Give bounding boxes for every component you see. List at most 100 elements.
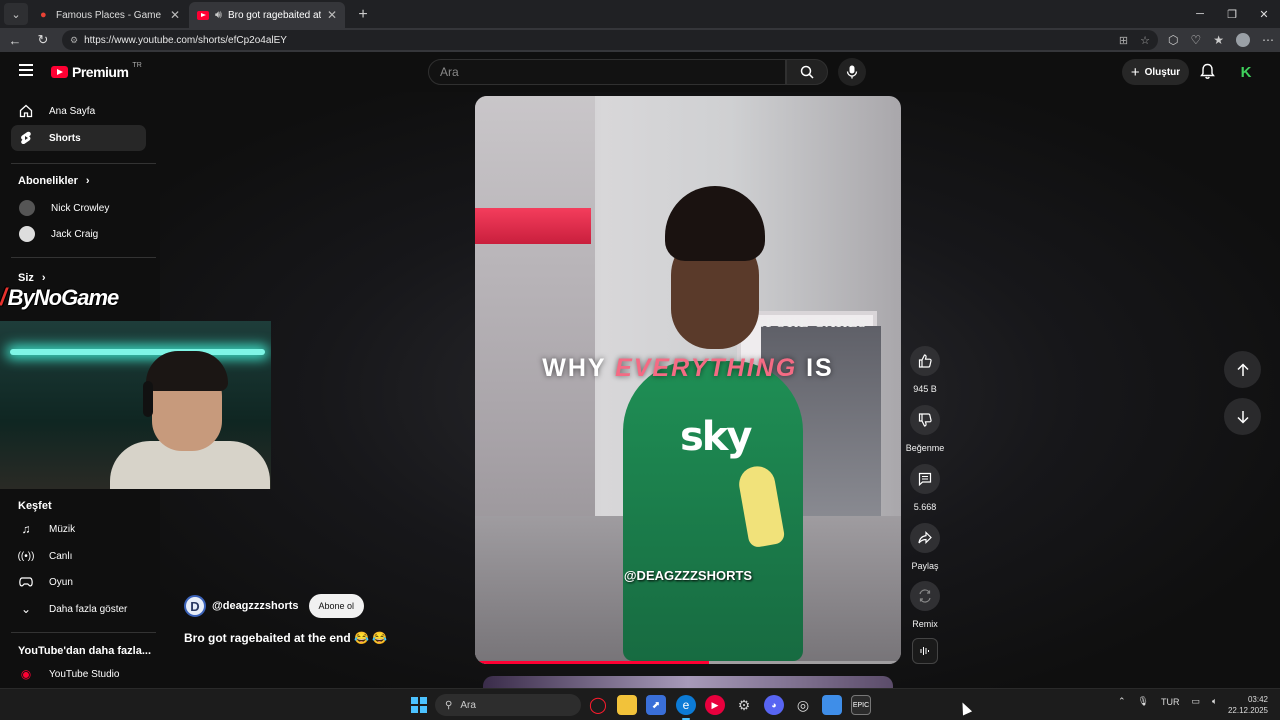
youtube-logo-icon [51, 66, 68, 78]
channel-avatar[interactable]: D [184, 595, 206, 617]
media-player-icon[interactable]: ▶ [705, 695, 725, 715]
next-short-preview[interactable] [483, 676, 893, 688]
sidebar-item-gaming[interactable]: Oyun [11, 569, 146, 595]
chevron-up-icon[interactable]: ⌃ [1118, 696, 1126, 707]
microphone-icon[interactable]: 🎙︎ [1138, 696, 1149, 707]
thumbs-down-icon [910, 405, 940, 435]
thumbs-up-icon [910, 346, 940, 376]
sidebar-item-youtube-studio[interactable]: ◉ YouTube Studio [11, 661, 146, 687]
menu-icon[interactable] [19, 64, 33, 76]
steam-icon[interactable]: ◎ [793, 695, 813, 715]
app-available-icon[interactable]: ⊞ [1119, 34, 1128, 47]
microphone-icon [846, 65, 858, 79]
sidebar-divider [11, 257, 156, 258]
tab-search-button[interactable]: ⌄ [4, 3, 28, 25]
close-window-icon[interactable]: ✕ [1248, 8, 1280, 21]
language-indicator[interactable]: TUR [1161, 697, 1180, 707]
visual-studio-icon[interactable]: ⬈ [646, 695, 666, 715]
avatar [19, 226, 35, 242]
close-icon[interactable]: ✕ [327, 8, 337, 22]
home-icon [19, 104, 33, 118]
arrow-up-icon [1236, 362, 1249, 376]
tab-youtube-short[interactable]: 🔊︎ Bro got ragebaited at the end ✕ [189, 2, 345, 28]
remix-button[interactable]: Remix [905, 581, 945, 629]
browser-tab-strip: ⌄ ● Famous Places - Game - GeoGuess ✕ 🔊︎… [0, 0, 1280, 28]
sidebar-item-home[interactable]: Ana Sayfa [11, 98, 146, 124]
video-watermark: @DEAGZZZSHORTS [623, 568, 753, 583]
taskbar-clock[interactable]: 03:42 22.12.2025 [1226, 694, 1268, 716]
browser-toolbar: ⬡ ♡ ★ ⋯ [1168, 33, 1274, 47]
search-input[interactable]: Ara [428, 59, 786, 85]
audio-playing-icon[interactable]: 🔊︎ [215, 9, 222, 22]
sidebar-item-nick-crowley[interactable]: Nick Crowley [11, 195, 146, 221]
sidebar-divider [11, 163, 156, 164]
next-short-button[interactable] [1224, 398, 1261, 435]
comments-button[interactable]: 5.668 [905, 464, 945, 512]
account-avatar[interactable]: K [1237, 63, 1255, 81]
search-icon [800, 65, 814, 79]
photos-icon[interactable] [822, 695, 842, 715]
sidebar-item-label: Nick Crowley [51, 202, 110, 214]
sidebar-item-jack-craig[interactable]: Jack Craig [11, 221, 146, 247]
channel-name[interactable]: @deagzzzshorts [212, 600, 299, 612]
tab-title: Famous Places - Game - GeoGuess [56, 9, 164, 21]
video-progress-bar[interactable] [475, 661, 901, 664]
sidebar-item-shorts[interactable]: Shorts [11, 125, 146, 151]
led-strip [10, 349, 265, 355]
volume-icon[interactable]: 🔈︎ [1212, 696, 1217, 707]
edge-browser-icon[interactable]: e [676, 695, 696, 720]
voice-search-button[interactable] [838, 58, 866, 86]
discord-icon[interactable]: ◕ [764, 695, 784, 715]
back-arrow-icon[interactable]: ← [6, 33, 24, 48]
opera-icon[interactable]: ◯ [588, 695, 608, 715]
subscribe-button[interactable]: Abone ol [308, 594, 365, 618]
more-title: YouTube'dan daha fazla... [18, 645, 151, 657]
previous-short-button[interactable] [1224, 351, 1261, 388]
caption-part: WHY [542, 354, 616, 382]
favorite-star-icon[interactable]: ☆ [1140, 34, 1150, 47]
address-bar[interactable]: ⚙ https://www.youtube.com/shorts/efCp2o4… [62, 30, 1158, 50]
dislike-button[interactable]: Beğenme [905, 405, 945, 453]
short-video-player[interactable]: SPOKE CAKES sky WHY EVERYTHING IS @DEAGZ… [475, 96, 901, 664]
search-placeholder: Ara [440, 65, 459, 79]
search-button[interactable] [786, 59, 828, 85]
share-button[interactable]: Paylaş [905, 523, 945, 571]
site-info-icon[interactable]: ⚙ [70, 35, 78, 46]
profile-avatar[interactable] [1236, 33, 1250, 47]
app-icon[interactable]: ⚙ [734, 695, 754, 715]
minimize-icon[interactable]: ─ [1184, 8, 1216, 20]
subscriptions-heading[interactable]: Abonelikler › [18, 175, 90, 187]
arrow-down-icon [1236, 410, 1249, 424]
taskbar-search[interactable]: ⚲ Ara [435, 694, 581, 716]
favorites-icon[interactable]: ★ [1213, 33, 1224, 47]
more-menu-icon[interactable]: ⋯ [1262, 33, 1274, 47]
channel-row: D @deagzzzshorts Abone ol [184, 594, 365, 618]
sound-button[interactable] [912, 638, 938, 664]
youtube-premium-logo[interactable]: Premium TR [51, 62, 142, 80]
sidebar-item-music[interactable]: ♫ Müzik [11, 516, 146, 542]
explore-heading: Keşfet [18, 500, 52, 512]
extensions-icon[interactable]: ⬡ [1168, 33, 1178, 47]
windows-start-icon[interactable] [411, 697, 427, 713]
epic-games-icon[interactable]: EPIC [851, 695, 871, 715]
browser-essentials-icon[interactable]: ♡ [1190, 33, 1201, 47]
reload-icon[interactable]: ↻ [34, 32, 52, 48]
network-icon[interactable]: ▭ [1191, 696, 1200, 707]
like-button[interactable]: 945 B [905, 346, 945, 394]
sidebar-item-live[interactable]: ((•)) Canlı [11, 543, 146, 569]
new-tab-button[interactable]: + [352, 4, 374, 26]
short-title[interactable]: Bro got ragebaited at the end 😂 😂 [184, 631, 387, 645]
tab-geoguessr[interactable]: ● Famous Places - Game - GeoGuess ✕ [32, 2, 188, 28]
show-more-button[interactable]: ⌄ Daha fazla göster [11, 596, 146, 622]
caption-part: IS [797, 354, 834, 382]
file-explorer-icon[interactable] [617, 695, 637, 715]
remix-label: Remix [912, 619, 938, 629]
tab-title: Bro got ragebaited at the end [227, 9, 321, 21]
create-button[interactable]: + Oluştur [1122, 59, 1189, 85]
notifications-button[interactable] [1200, 63, 1215, 85]
sidebar-item-label: Canlı [49, 550, 73, 562]
restore-icon[interactable]: ❐ [1216, 8, 1248, 21]
remix-icon [910, 581, 940, 611]
close-icon[interactable]: ✕ [170, 8, 180, 22]
url-text: https://www.youtube.com/shorts/efCp2o4al… [84, 34, 287, 46]
